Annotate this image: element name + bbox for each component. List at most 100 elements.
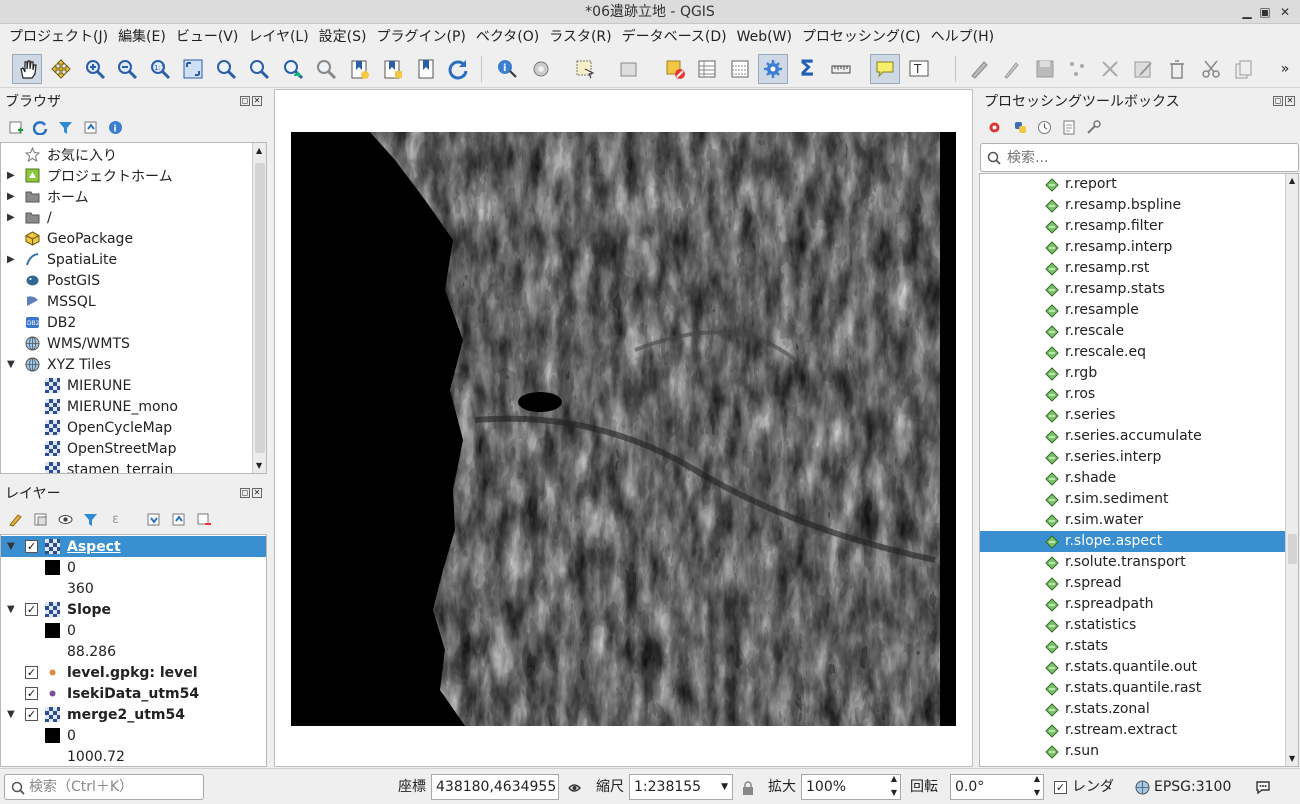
python-scripts-icon[interactable] bbox=[1013, 120, 1028, 135]
algorithm-item[interactable]: r.rgb bbox=[980, 363, 1285, 384]
algorithm-item[interactable]: r.resample bbox=[980, 300, 1285, 321]
algorithm-item[interactable]: r.rescale.eq bbox=[980, 342, 1285, 363]
algorithm-item[interactable]: r.sun bbox=[980, 741, 1285, 762]
close-icon[interactable]: ✕ bbox=[1276, 0, 1294, 24]
layer-visibility-checkbox[interactable]: ✓ bbox=[25, 666, 38, 679]
zoom-in-icon[interactable] bbox=[80, 54, 110, 84]
current-edits-icon[interactable] bbox=[964, 54, 994, 84]
browser-item[interactable]: ▼ XYZ Tiles bbox=[1, 354, 251, 375]
messages-icon[interactable] bbox=[1255, 780, 1270, 795]
browser-item[interactable]: WMS/WMTS bbox=[1, 333, 251, 354]
algorithm-item[interactable]: r.stats.quantile.out bbox=[980, 657, 1285, 678]
options-icon[interactable] bbox=[1086, 120, 1101, 135]
save-edits-icon[interactable] bbox=[1030, 54, 1060, 84]
refresh-icon[interactable] bbox=[443, 54, 473, 84]
menu-item[interactable]: プラグイン(P) bbox=[371, 24, 470, 50]
history-icon[interactable] bbox=[1037, 120, 1052, 135]
browser-item[interactable]: ▶ SpatiaLite bbox=[1, 249, 251, 270]
results-viewer-icon[interactable] bbox=[1061, 120, 1076, 135]
float-icon[interactable]: ◻ bbox=[240, 488, 250, 498]
browser-item[interactable]: DB2 DB2 bbox=[1, 312, 251, 333]
menu-item[interactable]: レイヤ(L) bbox=[243, 24, 313, 50]
processing-scrollbar[interactable]: ▲ ▼ bbox=[1285, 174, 1298, 766]
algorithm-item[interactable]: r.sim.water bbox=[980, 510, 1285, 531]
toggle-editing-icon[interactable] bbox=[996, 54, 1026, 84]
processing-search-input[interactable] bbox=[1007, 147, 1287, 168]
zoom-next-icon[interactable] bbox=[311, 54, 341, 84]
menu-item[interactable]: ベクタ(O) bbox=[471, 24, 544, 50]
scroll-up-icon[interactable]: ▲ bbox=[1289, 176, 1295, 185]
menu-item[interactable]: ヘルプ(H) bbox=[926, 24, 999, 50]
algorithm-item[interactable]: r.stats.quantile.rast bbox=[980, 678, 1285, 699]
properties-icon[interactable]: i bbox=[108, 120, 123, 135]
close-icon[interactable]: ✕ bbox=[252, 96, 262, 106]
algorithm-item[interactable]: r.stats bbox=[980, 636, 1285, 657]
algorithm-item[interactable]: r.sim.sediment bbox=[980, 489, 1285, 510]
pan-map-icon[interactable] bbox=[12, 54, 42, 84]
browser-item[interactable]: PostGIS bbox=[1, 270, 251, 291]
zoom-last-icon[interactable] bbox=[278, 54, 308, 84]
coordinate-field[interactable]: 438180,4634955 bbox=[431, 774, 559, 800]
algorithm-item[interactable]: r.resamp.filter bbox=[980, 216, 1285, 237]
float-icon[interactable]: ◻ bbox=[1273, 96, 1283, 106]
attribute-select-icon[interactable] bbox=[614, 54, 644, 84]
scroll-thumb[interactable] bbox=[255, 163, 265, 453]
zoom-full-icon[interactable] bbox=[178, 54, 208, 84]
close-icon[interactable]: ✕ bbox=[1285, 96, 1295, 106]
attribute-table-icon[interactable] bbox=[692, 54, 722, 84]
expand-arrow-icon[interactable]: ▶ bbox=[7, 212, 15, 223]
processing-search[interactable] bbox=[980, 143, 1299, 172]
filter-legend-icon[interactable] bbox=[83, 512, 98, 527]
algorithm-item[interactable]: r.rescale bbox=[980, 321, 1285, 342]
statistics-icon[interactable] bbox=[725, 54, 755, 84]
browser-item[interactable]: お気に入り bbox=[1, 144, 251, 165]
algorithm-item[interactable]: r.statistics bbox=[980, 615, 1285, 636]
layers-tree[interactable]: ▼ ✓ Aspect 0 360 ▼ ✓ Slope 0 88.286 ✓ level.gpkg: l… bbox=[0, 534, 267, 767]
lock-icon[interactable] bbox=[740, 780, 755, 795]
spin-arrows-icon[interactable]: ▲ ▼ bbox=[1034, 772, 1040, 800]
spin-arrows-icon[interactable]: ▲ ▼ bbox=[891, 772, 897, 800]
map-tips-icon[interactable] bbox=[870, 54, 900, 84]
sum-icon[interactable]: Σ bbox=[792, 54, 822, 84]
algorithm-item[interactable]: r.resamp.stats bbox=[980, 279, 1285, 300]
refresh-icon[interactable] bbox=[33, 120, 48, 135]
menu-item[interactable]: ラスタ(R) bbox=[544, 24, 616, 50]
map-canvas[interactable] bbox=[274, 89, 973, 767]
toolbar-overflow-icon[interactable]: » bbox=[1275, 54, 1295, 84]
magnifier-spinbox[interactable]: 100% ▲ ▼ bbox=[801, 774, 901, 800]
layer-visibility-checkbox[interactable]: ✓ bbox=[25, 540, 38, 553]
modify-attributes-icon[interactable] bbox=[1128, 54, 1158, 84]
processing-tree[interactable]: ▲ ▼ r.report r.resamp.bspline r.resamp.fil… bbox=[979, 173, 1299, 767]
algorithm-item[interactable]: r.stats.zonal bbox=[980, 699, 1285, 720]
layer-item[interactable]: ▼ ✓ Slope bbox=[1, 599, 266, 620]
new-bookmark-icon[interactable] bbox=[345, 54, 375, 84]
algorithm-item[interactable]: r.solute.transport bbox=[980, 552, 1285, 573]
add-selected-layers-icon[interactable] bbox=[8, 120, 23, 135]
browser-item[interactable]: OpenStreetMap bbox=[1, 438, 251, 459]
menu-item[interactable]: ビュー(V) bbox=[171, 24, 244, 50]
menu-item[interactable]: Web(W) bbox=[732, 24, 797, 50]
collapse-all-icon[interactable] bbox=[83, 120, 98, 135]
scroll-down-icon[interactable]: ▼ bbox=[256, 461, 262, 470]
filter-icon[interactable] bbox=[58, 120, 73, 135]
menu-item[interactable]: 編集(E) bbox=[113, 24, 171, 50]
delete-selected-icon[interactable] bbox=[1162, 54, 1192, 84]
menu-item[interactable]: プロジェクト(J) bbox=[4, 24, 113, 50]
algorithm-item[interactable]: r.series bbox=[980, 405, 1285, 426]
minimize-icon[interactable]: ▁ bbox=[1238, 0, 1256, 24]
algorithm-item[interactable]: r.report bbox=[980, 174, 1285, 195]
layer-item[interactable]: ✓ IsekiData_utm54 bbox=[1, 683, 266, 704]
processing-toolbox-icon[interactable] bbox=[758, 54, 788, 84]
collapse-arrow-icon[interactable]: ▼ bbox=[7, 359, 15, 370]
algorithm-item[interactable]: r.series.accumulate bbox=[980, 426, 1285, 447]
algorithm-item[interactable]: r.series.interp bbox=[980, 447, 1285, 468]
menu-item[interactable]: データベース(D) bbox=[617, 24, 732, 50]
coordinate-toggle-icon[interactable] bbox=[567, 780, 582, 795]
algorithm-item[interactable]: r.slope.aspect bbox=[980, 531, 1285, 552]
browser-scrollbar[interactable]: ▲ ▼ bbox=[252, 143, 266, 473]
zoom-native-icon[interactable]: 1:1 bbox=[145, 54, 175, 84]
zoom-out-icon[interactable] bbox=[112, 54, 142, 84]
algorithm-item[interactable]: r.resamp.bspline bbox=[980, 195, 1285, 216]
zoom-to-selection-icon[interactable] bbox=[211, 54, 241, 84]
scroll-up-icon[interactable]: ▲ bbox=[256, 146, 262, 155]
